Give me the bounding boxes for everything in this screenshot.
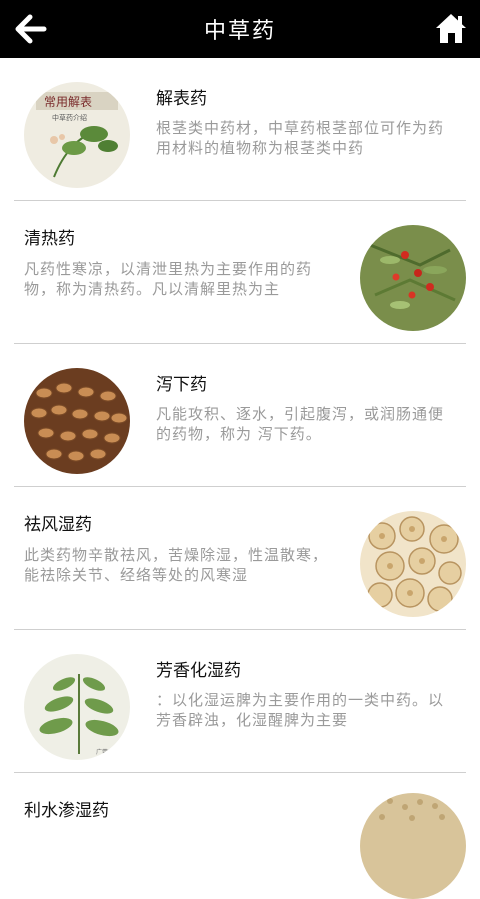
home-icon[interactable]: [434, 10, 468, 46]
top-bar: 中草药: [0, 0, 480, 58]
item-description: 根茎类中药材，中草药根茎部位可作为药用材料的植物称为根茎类中药: [156, 119, 445, 157]
herb-book-image: 常用解表 中草药介绍: [24, 82, 130, 188]
item-name: 清热药: [24, 229, 75, 249]
list-item[interactable]: 祛风湿药 此类药物辛散祛风，苦燥除湿，性温散寒，能祛除关节、经络等处的风寒湿: [14, 487, 466, 630]
list-item[interactable]: 清热药 凡药性寒凉，以清泄里热为主要作用的药物，称为清热药。凡以清解里热为主: [14, 201, 466, 344]
svg-text:常用解表: 常用解表: [44, 95, 92, 109]
grain-pile-image: [360, 793, 466, 899]
seeds-image: [24, 368, 130, 474]
item-name: 泻下药: [156, 375, 207, 395]
herb-plant-image: 广藿香: [24, 654, 130, 760]
page-title: 中草药: [203, 19, 276, 44]
item-description: ：以化湿运脾为主要作用的一类中药。以芳香辟浊，化湿醒脾为主要: [156, 691, 445, 729]
list-item[interactable]: 广藿香 芳香化湿药 ：以化湿运脾为主要作用的一类中药。以芳香辟浊，化湿醒脾为主要: [14, 630, 466, 773]
item-description: 此类药物辛散祛风，苦燥除湿，性温散寒，能祛除关节、经络等处的风寒湿: [24, 546, 329, 584]
svg-text:中草药介绍: 中草药介绍: [52, 113, 87, 122]
root-slices-image: [360, 511, 466, 617]
item-name: 解表药: [156, 89, 207, 109]
herb-category-list: 常用解表 中草药介绍 解表药 根茎类中药材，中草药根茎部位可作为药用材料的植物称…: [0, 58, 480, 899]
back-arrow-icon[interactable]: [12, 12, 48, 46]
list-item[interactable]: 利水渗湿药: [14, 773, 466, 899]
item-name: 芳香化湿药: [156, 661, 241, 681]
list-item[interactable]: 泻下药 凡能攻积、逐水，引起腹泻，或润肠通便的药物，称为 泻下药。: [14, 344, 466, 487]
red-berries-image: [360, 225, 466, 331]
item-name: 祛风湿药: [24, 515, 92, 535]
svg-text:广藿香: 广藿香: [96, 748, 114, 756]
item-description: 凡能攻积、逐水，引起腹泻，或润肠通便的药物，称为 泻下药。: [156, 405, 445, 443]
list-item[interactable]: 常用解表 中草药介绍 解表药 根茎类中药材，中草药根茎部位可作为药用材料的植物称…: [14, 58, 466, 201]
item-description: 凡药性寒凉，以清泄里热为主要作用的药物，称为清热药。凡以清解里热为主: [24, 260, 313, 298]
